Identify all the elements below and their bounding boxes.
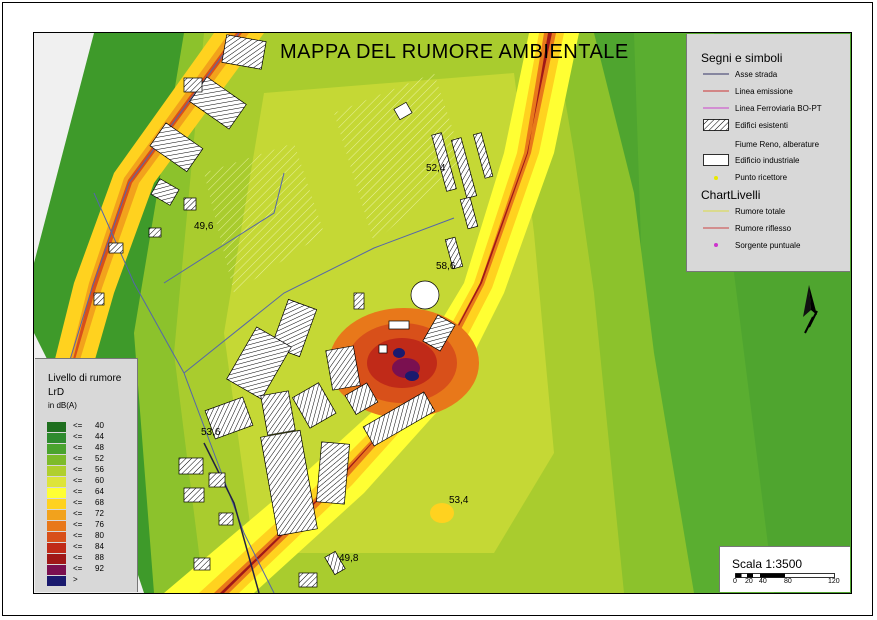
legend-color-swatch — [47, 543, 66, 553]
legend-unit: in dB(A) — [48, 401, 77, 410]
legend-item-label: Edifici esistenti — [735, 121, 788, 130]
map-title: MAPPA DEL RUMORE AMBIENTALE — [280, 41, 629, 63]
legend-value: 52 — [95, 454, 104, 463]
legend-operator: <= — [73, 531, 83, 540]
legend-color-swatch — [47, 444, 66, 454]
scale-label: Scala 1:3500 — [732, 557, 803, 571]
legend-item-label: Edificio industriale — [735, 156, 800, 165]
legend-color-swatch — [47, 422, 66, 432]
emission-line-icon — [703, 90, 729, 92]
receptor-label: 49,8 — [339, 553, 359, 564]
receptor-label: 49,6 — [194, 221, 214, 232]
legend-value: 68 — [95, 498, 104, 507]
legend-item-label: Linea emissione — [735, 87, 793, 96]
road-axis-icon — [703, 73, 729, 75]
legend-value: 92 — [95, 564, 104, 573]
legend-operator: <= — [73, 498, 83, 507]
legend-operator: <= — [73, 443, 83, 452]
receptor-label: 53,6 — [201, 427, 221, 438]
legend-color-swatch — [47, 455, 66, 465]
reflected-noise-line-icon — [703, 227, 729, 229]
legend-value: 44 — [95, 432, 104, 441]
legend-value: 80 — [95, 531, 104, 540]
legend-operator: <= — [73, 432, 83, 441]
point-source-icon — [714, 243, 718, 247]
legend-value: 88 — [95, 553, 104, 562]
legend-value: 72 — [95, 509, 104, 518]
legend-operator: <= — [73, 520, 83, 529]
legend-value: 76 — [95, 520, 104, 529]
legend-operator: <= — [73, 509, 83, 518]
receptor-label: 52,4 — [426, 163, 446, 174]
scale-tick: 40 — [759, 578, 767, 585]
legend-color-swatch — [47, 477, 66, 487]
scale-tick: 120 — [828, 578, 840, 585]
scale-tick: 20 — [745, 578, 753, 585]
legend-item-label: Rumore totale — [735, 207, 786, 216]
legend-value: 64 — [95, 487, 104, 496]
noise-level-legend: Livello di rumore LrD in dB(A) <= 40 <= 44 <… — [35, 358, 138, 592]
hatched-building-icon — [703, 119, 729, 131]
receptor-label: 58,6 — [436, 261, 456, 272]
legend-item-label: Fiume Reno, alberature — [735, 140, 820, 149]
legend-color-swatch — [47, 488, 66, 498]
legend-color-swatch — [47, 510, 66, 520]
railway-line-icon — [703, 107, 729, 109]
legend-subtitle: LrD — [48, 387, 65, 398]
receptor-label: 53,4 — [449, 495, 469, 506]
legend-value: 48 — [95, 443, 104, 452]
map-frame: MAPPA DEL RUMORE AMBIENTALE 52,4 49,6 58… — [2, 2, 873, 616]
legend-color-swatch — [47, 433, 66, 443]
legend-operator: > — [73, 575, 78, 584]
legend-color-swatch — [47, 499, 66, 509]
legend-item-label: Rumore riflesso — [735, 224, 792, 233]
legend-value: 84 — [95, 542, 104, 551]
symbols-legend: Segni e simboli Asse strada Linea emissi… — [686, 34, 850, 272]
legend-color-swatch — [47, 521, 66, 531]
legend-operator: <= — [73, 465, 83, 474]
legend-operator: <= — [73, 487, 83, 496]
legend-color-swatch — [47, 466, 66, 476]
legend-operator: <= — [73, 553, 83, 562]
scale-tick: 80 — [784, 578, 792, 585]
symbols-legend-title: Segni e simboli — [701, 51, 783, 65]
legend-item-label: Sorgente puntuale — [735, 241, 801, 250]
chart-levels-title: ChartLivelli — [701, 188, 761, 202]
legend-item-label: Linea Ferroviaria BO-PT — [735, 104, 822, 113]
legend-color-swatch — [47, 565, 66, 575]
legend-operator: <= — [73, 454, 83, 463]
legend-operator: <= — [73, 564, 83, 573]
legend-operator: <= — [73, 476, 83, 485]
noise-map[interactable]: MAPPA DEL RUMORE AMBIENTALE 52,4 49,6 58… — [33, 32, 852, 594]
scale-box: Scala 1:3500 0 20 40 80 120 — [719, 546, 850, 592]
total-noise-line-icon — [703, 210, 729, 212]
legend-color-swatch — [47, 532, 66, 542]
legend-color-swatch — [47, 554, 66, 564]
legend-value: 40 — [95, 421, 104, 430]
legend-item-label: Asse strada — [735, 70, 778, 79]
legend-color-swatch — [47, 576, 66, 586]
industrial-building-icon — [703, 154, 729, 166]
receptor-point-icon — [714, 176, 718, 180]
legend-operator: <= — [73, 421, 83, 430]
scale-tick: 0 — [733, 578, 737, 585]
legend-item-label: Punto ricettore — [735, 173, 788, 182]
legend-value: 60 — [95, 476, 104, 485]
legend-title: Livello di rumore — [48, 373, 122, 384]
legend-value: 56 — [95, 465, 104, 474]
legend-operator: <= — [73, 542, 83, 551]
